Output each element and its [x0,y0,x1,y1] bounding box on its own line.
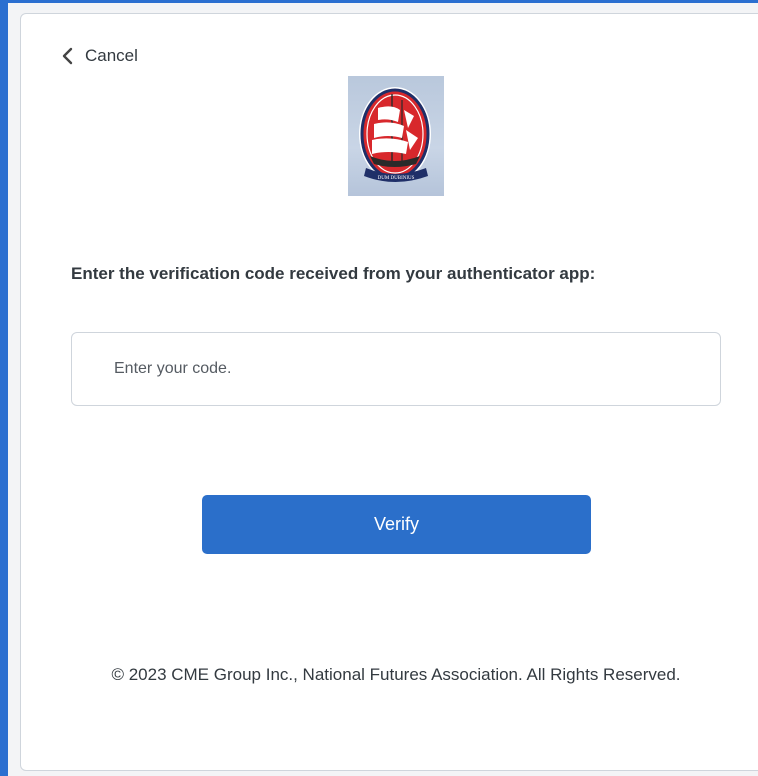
verify-button[interactable]: Verify [202,495,591,554]
cancel-link[interactable]: Cancel [61,46,138,66]
window-frame: Cancel DUM DUBINIUS Enter the verificati… [0,0,758,776]
verification-card: Cancel DUM DUBINIUS Enter the verificati… [20,13,758,771]
logo-ribbon-text: DUM DUBINIUS [378,176,415,181]
verification-prompt: Enter the verification code received fro… [71,264,596,283]
ship-emblem-logo: DUM DUBINIUS [348,76,444,196]
verification-code-input[interactable] [71,332,721,406]
chevron-left-icon [61,47,73,65]
copyright-footer: © 2023 CME Group Inc., National Futures … [111,665,681,684]
cancel-label: Cancel [85,46,138,65]
